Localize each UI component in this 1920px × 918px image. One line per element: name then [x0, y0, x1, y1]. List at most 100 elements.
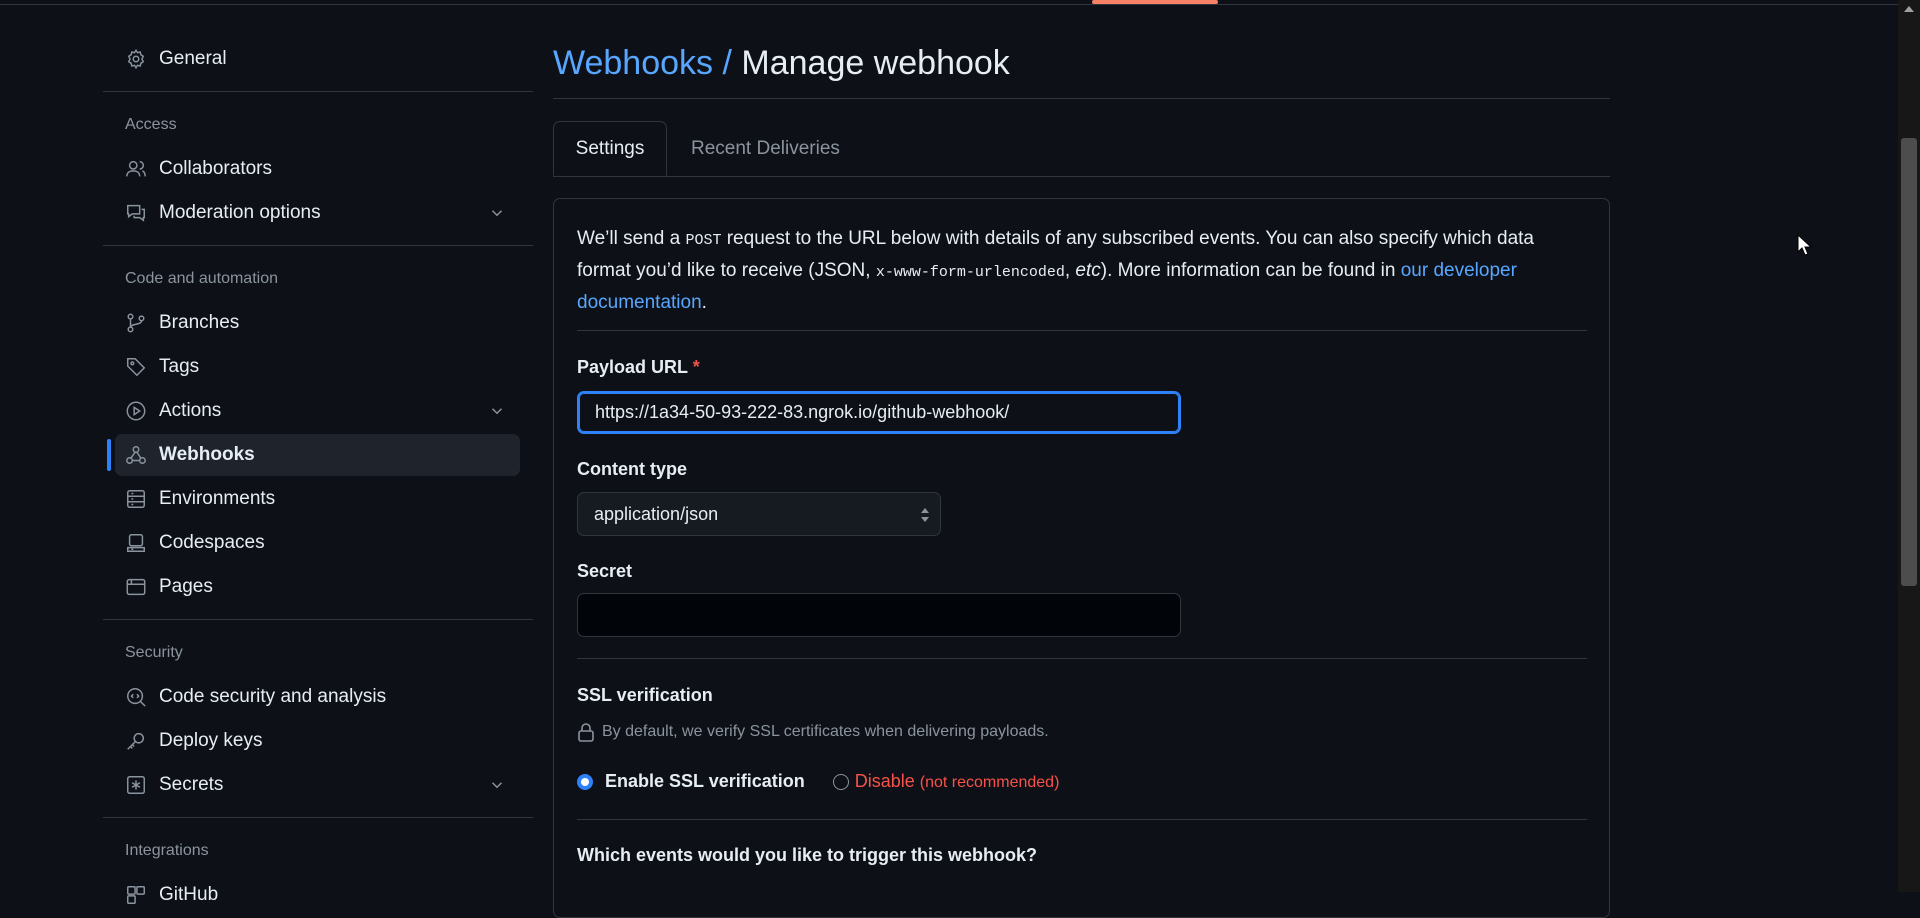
sidebar-item-label: Code security and analysis — [159, 686, 387, 707]
tab-bar: Settings Recent Deliveries — [553, 121, 1610, 177]
intro-etc: etc — [1075, 260, 1101, 281]
sidebar-section-code-automation: Code and automation — [125, 270, 278, 287]
lock-icon — [578, 723, 594, 742]
sidebar-item-secrets[interactable]: Secrets — [115, 764, 520, 806]
ssl-hint: By default, we verify SSL certificates w… — [577, 722, 1049, 742]
scroll-up-arrow-icon[interactable] — [1904, 6, 1914, 12]
tag-icon — [125, 356, 147, 378]
intro-code-form: x-www-form-urlencoded — [875, 264, 1065, 281]
sidebar-divider — [103, 245, 533, 246]
content-type-select[interactable]: application/json — [577, 492, 941, 536]
tab-recent-deliveries[interactable]: Recent Deliveries — [691, 121, 840, 176]
sidebar-item-pages[interactable]: Pages — [115, 566, 520, 608]
sidebar-item-code-security[interactable]: Code security and analysis — [115, 676, 520, 718]
breadcrumb-webhooks-link[interactable]: Webhooks — [553, 44, 713, 82]
gear-icon — [125, 48, 147, 70]
ssl-verification-label: SSL verification — [577, 685, 713, 705]
sidebar-item-codespaces[interactable]: Codespaces — [115, 522, 520, 564]
ssl-disable-radio[interactable] — [832, 773, 849, 790]
webhook-icon — [125, 444, 147, 466]
ssl-disable-note: (not recommended) — [919, 774, 1060, 791]
intro-code-post: POST — [685, 232, 722, 249]
codespaces-icon — [125, 532, 147, 554]
sidebar-item-label: Secrets — [159, 774, 224, 795]
select-arrows-icon — [921, 508, 929, 522]
secret-input[interactable] — [577, 593, 1181, 637]
payload-url-label: Payload URL * — [577, 357, 700, 378]
content-type-value: application/json — [594, 503, 719, 524]
sidebar-section-access: Access — [125, 116, 177, 133]
sidebar-item-label: GitHub — [159, 884, 219, 905]
panel-divider — [577, 330, 1587, 331]
codescan-icon — [125, 686, 147, 708]
top-nav-active-indicator — [1092, 0, 1218, 4]
title-divider — [553, 98, 1610, 99]
sidebar-item-webhooks[interactable]: Webhooks — [107, 434, 520, 476]
panel-divider — [577, 819, 1587, 820]
ssl-disable-label[interactable]: Disable (not recommended) — [855, 771, 1060, 792]
sidebar-divider — [103, 91, 533, 92]
intro-text: ). More information can be found in — [1100, 260, 1401, 281]
sidebar-item-moderation-options[interactable]: Moderation options — [115, 192, 520, 234]
git-branch-icon — [125, 312, 147, 334]
sidebar-item-tags[interactable]: Tags — [115, 346, 520, 388]
page-title-text: Manage webhook — [741, 44, 1010, 82]
sidebar-section-security: Security — [125, 644, 183, 661]
ssl-options: Enable SSL verification Disable (not rec… — [577, 771, 1059, 792]
sidebar-item-label: Branches — [159, 312, 240, 333]
webhook-settings-panel: We’ll send a POST request to the URL bel… — [553, 198, 1610, 918]
content-type-label: Content type — [577, 459, 687, 479]
panel-divider — [577, 658, 1587, 659]
comment-discussion-icon — [125, 202, 147, 224]
sidebar-item-label: Webhooks — [159, 444, 255, 465]
payload-url-label-text: Payload URL — [577, 357, 688, 377]
ssl-enable-label[interactable]: Enable SSL verification — [605, 771, 805, 792]
chevron-down-icon[interactable] — [488, 402, 506, 420]
sidebar-section-integrations: Integrations — [125, 842, 209, 859]
sidebar-item-label: Collaborators — [159, 158, 272, 179]
breadcrumb-separator: / — [722, 44, 732, 82]
asterisk-icon — [125, 774, 147, 796]
sidebar-item-label: Codespaces — [159, 532, 265, 553]
server-icon — [125, 488, 147, 510]
sidebar-item-label: Actions — [159, 400, 222, 421]
sidebar-item-label: Deploy keys — [159, 730, 263, 751]
people-icon — [125, 158, 147, 180]
key-icon — [125, 730, 147, 752]
ssl-enable-radio[interactable] — [577, 773, 593, 790]
secret-label: Secret — [577, 561, 633, 581]
sidebar-item-general[interactable]: General — [115, 38, 520, 80]
sidebar-divider — [103, 619, 533, 620]
scrollbar-thumb[interactable] — [1901, 138, 1917, 586]
top-border — [0, 0, 1898, 5]
sidebar-item-label: Pages — [159, 576, 213, 597]
payload-url-input[interactable] — [577, 391, 1181, 434]
mouse-cursor-icon — [1797, 234, 1813, 256]
sidebar-item-branches[interactable]: Branches — [115, 302, 520, 344]
page-scrollbar[interactable] — [1898, 0, 1920, 892]
ssl-hint-text: By default, we verify SSL certificates w… — [602, 723, 1049, 740]
tab-settings[interactable]: Settings — [553, 121, 667, 176]
sidebar-item-environments[interactable]: Environments — [115, 478, 520, 520]
ssl-disable-text: Disable — [854, 771, 915, 791]
sidebar-item-deploy-keys[interactable]: Deploy keys — [115, 720, 520, 762]
sidebar-item-label: Environments — [159, 488, 276, 509]
play-circle-icon — [125, 400, 147, 422]
sidebar-item-label: Moderation options — [159, 202, 321, 223]
webhook-description: We’ll send a POST request to the URL bel… — [577, 224, 1577, 318]
intro-text: We’ll send a — [577, 228, 686, 249]
page-title: Webhooks / Manage webhook — [553, 44, 1010, 83]
chevron-down-icon[interactable] — [488, 776, 506, 794]
events-question: Which events would you like to trigger t… — [577, 845, 1038, 865]
intro-text: , — [1064, 260, 1076, 281]
apps-icon — [125, 884, 147, 906]
sidebar-item-actions[interactable]: Actions — [115, 390, 520, 432]
required-mark: * — [692, 357, 700, 377]
sidebar-divider — [103, 817, 533, 818]
sidebar-item-label: General — [159, 48, 227, 69]
chevron-down-icon[interactable] — [488, 204, 506, 222]
sidebar-item-github-apps[interactable]: GitHub — [115, 874, 520, 916]
intro-text: . — [701, 292, 707, 313]
sidebar-item-collaborators[interactable]: Collaborators — [115, 148, 520, 190]
browser-icon — [125, 576, 147, 598]
